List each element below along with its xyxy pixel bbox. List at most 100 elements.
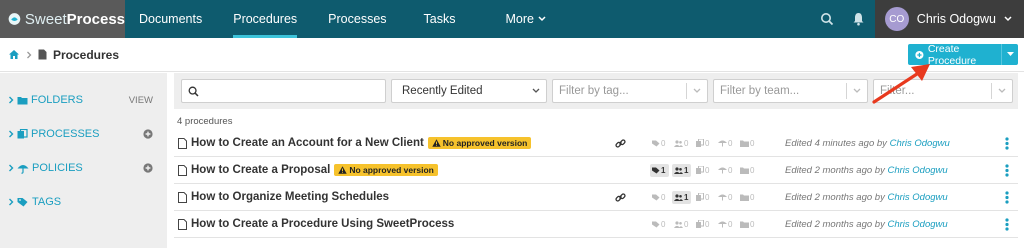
nav-documents[interactable]: Documents <box>139 0 202 38</box>
copy-count: 0 <box>694 137 713 150</box>
nav-tasks-label: Tasks <box>423 12 456 26</box>
table-row[interactable]: How to Create a Procedure Using SweetPro… <box>174 211 1018 238</box>
logo[interactable]: Sweet Process <box>0 0 125 38</box>
tag-icon <box>17 198 28 207</box>
chevron-right-icon <box>26 51 32 59</box>
sidebar-item-tags[interactable]: TAGS <box>0 185 167 219</box>
nav-procedures[interactable]: Procedures <box>233 0 297 38</box>
add-policy-icon[interactable] <box>143 163 153 173</box>
chevron-down-icon <box>693 88 701 93</box>
policy-count: 0 <box>716 164 735 177</box>
create-procedure-label: Create Procedure <box>927 42 977 67</box>
tag-count-value: 0 <box>661 138 666 148</box>
sidebar-item-folders[interactable]: FOLDERS VIEW <box>0 83 167 117</box>
chevron-right-icon <box>9 130 14 138</box>
umbrella-icon <box>718 221 727 228</box>
tag-filter[interactable]: Filter by tag... <box>552 79 708 103</box>
member-count-value: 1 <box>684 165 689 175</box>
user-menu[interactable]: CO Chris Odogwu <box>874 0 1024 38</box>
folder-count-value: 0 <box>750 138 755 148</box>
users-icon <box>674 166 683 174</box>
sort-select-value: Recently Edited <box>402 85 483 97</box>
tag-icon <box>652 194 660 200</box>
page-title: Procedures <box>53 47 120 62</box>
search-input[interactable] <box>181 79 386 103</box>
search-icon[interactable] <box>820 12 834 26</box>
folder-icon <box>740 221 749 228</box>
folder-count: 0 <box>738 137 757 150</box>
warning-icon <box>338 166 348 174</box>
folder-count: 0 <box>738 191 757 204</box>
nav-more[interactable]: More <box>505 0 546 38</box>
folders-view-link[interactable]: VIEW <box>129 95 153 106</box>
editor-link[interactable]: Chris Odogwu <box>887 165 947 176</box>
procedure-count: 4 procedures <box>177 116 233 127</box>
users-icon <box>674 220 683 228</box>
editor-link[interactable]: Chris Odogwu <box>887 219 947 230</box>
more-options-icon[interactable] <box>1005 137 1009 150</box>
copy-count: 0 <box>694 164 713 177</box>
search-icon <box>188 86 199 97</box>
member-count-value: 0 <box>684 219 689 229</box>
edited-text: Edited 4 minutes ago by <box>785 137 887 149</box>
umbrella-icon <box>718 140 727 147</box>
policy-count: 0 <box>716 218 735 231</box>
row-stats: 1 1 0 0 0 <box>650 163 757 177</box>
policy-count-value: 0 <box>728 219 733 229</box>
nav-tasks[interactable]: Tasks <box>424 0 456 38</box>
bell-icon[interactable] <box>852 12 865 26</box>
chevron-down-icon <box>532 88 540 93</box>
editor-link[interactable]: Chris Odogwu <box>890 138 950 149</box>
folder-count-value: 0 <box>750 219 755 229</box>
procedure-title[interactable]: How to Organize Meeting Schedules <box>191 191 389 203</box>
copy-count-value: 0 <box>705 219 710 229</box>
folder-count: 0 <box>738 218 757 231</box>
nav-more-label: More <box>505 12 534 26</box>
create-procedure-dropdown[interactable] <box>1002 52 1018 57</box>
more-options-icon[interactable] <box>1005 218 1009 231</box>
copy-count: 0 <box>694 218 713 231</box>
sidebar-item-processes[interactable]: PROCESSES <box>0 117 167 151</box>
sort-select[interactable]: Recently Edited <box>391 79 547 103</box>
document-icon <box>178 165 187 176</box>
chevron-down-icon <box>1004 16 1012 22</box>
edited-info: Edited 2 months ago by Chris Odogwu <box>785 165 948 176</box>
edited-text: Edited 2 months ago by <box>785 191 885 203</box>
status-badge: No approved version <box>334 164 438 176</box>
folder-count-value: 0 <box>750 165 755 175</box>
link-icon[interactable] <box>615 138 626 149</box>
procedure-title[interactable]: How to Create an Account for a New Clien… <box>191 137 424 149</box>
link-icon[interactable] <box>615 192 626 203</box>
copy-count-value: 0 <box>705 138 710 148</box>
policy-count: 0 <box>716 191 735 204</box>
add-process-icon[interactable] <box>143 129 153 139</box>
umbrella-icon <box>17 164 29 174</box>
more-options-icon[interactable] <box>1005 191 1009 204</box>
nav-processes-label: Processes <box>328 12 387 26</box>
more-options-icon[interactable] <box>1005 164 1009 177</box>
edited-text: Edited 2 months ago by <box>785 164 885 176</box>
sidebar: FOLDERS VIEW PROCESSES POLICIES TAGS <box>0 73 167 248</box>
sidebar-processes-label: PROCESSES <box>31 128 100 140</box>
copy-icon <box>696 139 704 147</box>
team-filter[interactable]: Filter by team... <box>713 79 868 103</box>
procedure-title[interactable]: How to Create a Procedure Using SweetPro… <box>191 218 454 230</box>
row-stats: 0 0 0 0 0 <box>650 218 757 231</box>
editor-link[interactable]: Chris Odogwu <box>887 192 947 203</box>
edited-info: Edited 4 minutes ago by Chris Odogwu <box>785 138 950 149</box>
procedure-title[interactable]: How to Create a Proposal <box>191 164 330 176</box>
tag-count-value: 1 <box>661 165 666 175</box>
table-row[interactable]: How to Create an Account for a New Clien… <box>174 130 1018 157</box>
table-row[interactable]: How to Create a Proposal No approved ver… <box>174 157 1018 184</box>
tag-icon <box>652 167 660 173</box>
table-row[interactable]: How to Organize Meeting Schedules 0 1 0 … <box>174 184 1018 211</box>
tag-count: 0 <box>650 218 669 231</box>
home-icon[interactable] <box>8 49 20 60</box>
sidebar-item-policies[interactable]: POLICIES <box>0 151 167 185</box>
nav-processes[interactable]: Processes <box>328 0 386 38</box>
status-badge-label: No approved version <box>349 165 434 175</box>
folder-icon <box>17 96 28 104</box>
annotation-arrow <box>872 64 930 104</box>
logo-text-process: Process <box>66 10 125 28</box>
umbrella-icon <box>718 194 727 201</box>
